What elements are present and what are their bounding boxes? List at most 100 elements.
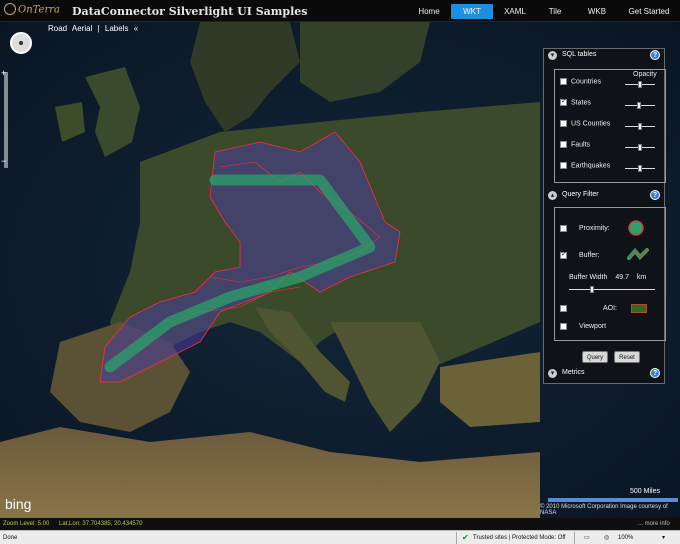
app-title: DataConnector Silverlight UI Samples (72, 5, 308, 18)
table-row-earthquakes: Earthquakes (560, 162, 610, 169)
aoi-label: AOI: (603, 305, 618, 313)
zoom-out-button[interactable]: − (1, 156, 11, 166)
reset-button[interactable]: Reset (614, 351, 640, 363)
lat-lon: Lat,Lon: 37.704385, 20.434570 (59, 521, 143, 527)
buffer-checkbox[interactable] (560, 250, 567, 259)
buffer-width-row: Buffer Width 49.7 km (569, 274, 646, 281)
states-label: States (571, 99, 591, 107)
help-icon[interactable]: ? (650, 368, 660, 378)
sql-tables-header[interactable]: ▾ SQL tables ? (544, 49, 664, 63)
faults-opacity-slider[interactable] (625, 144, 655, 151)
map-pan-control[interactable] (10, 32, 32, 54)
metrics-title: Metrics (562, 369, 585, 376)
buffer-width-slider[interactable] (569, 286, 655, 293)
countries-opacity-slider[interactable] (625, 81, 655, 88)
buffer-unit: km (636, 274, 647, 281)
nav-get-started[interactable]: Get Started (620, 4, 678, 19)
states-opacity-slider[interactable] (625, 102, 655, 109)
nav-wkt[interactable]: WKT (451, 4, 493, 19)
earthquakes-label: Earthquakes (571, 162, 611, 170)
bing-logo: bing (5, 496, 32, 512)
earthquakes-opacity-slider[interactable] (625, 165, 655, 172)
aerial-mode[interactable]: Aerial (72, 24, 92, 33)
labels-mode[interactable]: Labels (105, 24, 129, 33)
query-filter-box: Proximity: Buffer: Buffer Width 49.7 km … (554, 207, 666, 341)
query-filter-title: Query Filter (562, 191, 599, 198)
table-row-states: States (560, 97, 591, 107)
buffer-width-label: Buffer Width (569, 274, 608, 281)
control-panel: ▾ SQL tables ? Opacity Countries States … (543, 48, 666, 384)
sql-tables-title: SQL tables (562, 51, 597, 58)
zoom-level: Zoom Level: 5.00 (3, 521, 50, 527)
map-view[interactable]: + − Road Aerial | Labels « bing 500 Mile… (0, 22, 680, 518)
collapse-icon[interactable]: ▾ (548, 51, 557, 60)
query-filter-header[interactable]: ▴ Query Filter ? (544, 189, 664, 203)
slider-thumb[interactable] (638, 123, 642, 130)
slider-thumb[interactable] (637, 102, 641, 109)
table-row-faults: Faults (560, 141, 590, 148)
metrics-header[interactable]: ▾ Metrics ? (544, 367, 664, 381)
countries-label: Countries (571, 78, 601, 86)
viewport-row: Viewport (560, 323, 606, 330)
zoom-in-button[interactable]: + (1, 68, 11, 78)
help-icon[interactable]: ? (650, 190, 660, 200)
proximity-checkbox[interactable] (560, 225, 567, 232)
proximity-row: Proximity: (560, 225, 610, 232)
map-mode-bar: Road Aerial | Labels « (48, 24, 141, 33)
query-button[interactable]: Query (582, 351, 608, 363)
check-icon: ✔ (462, 533, 469, 542)
buffer-label: Buffer: (579, 252, 600, 260)
aoi-row: AOI: (560, 305, 617, 312)
map-copyright: © 2010 Microsoft Corporation Image court… (540, 504, 668, 516)
sql-tables-box: Opacity Countries States US Counties Fau… (554, 69, 666, 183)
nav-home[interactable]: Home (410, 4, 448, 19)
buffer-row: Buffer: (560, 250, 600, 260)
nav-xaml[interactable]: XAML (496, 4, 534, 19)
onterra-logo: OnTerra (4, 3, 60, 16)
opacity-label: Opacity (633, 71, 657, 78)
zoom-slider[interactable] (4, 72, 8, 168)
faults-checkbox[interactable] (560, 141, 567, 148)
viewport-checkbox[interactable] (560, 323, 567, 330)
table-row-countries: Countries (560, 78, 601, 85)
us-counties-checkbox[interactable] (560, 120, 567, 127)
nav-wkb[interactable]: WKB (577, 4, 617, 19)
map-info-bar: Zoom Level: 5.00 Lat,Lon: 37.704385, 20.… (0, 518, 680, 530)
slider-thumb[interactable] (638, 165, 642, 172)
help-icon[interactable]: ? (650, 50, 660, 60)
app-header: OnTerra DataConnector Silverlight UI Sam… (0, 0, 680, 22)
slider-thumb[interactable] (638, 144, 642, 151)
expand-icon[interactable]: ▾ (548, 369, 557, 378)
browser-status-bar: Done ✔ Trusted sites | Protected Mode: O… (0, 530, 680, 544)
states-checkbox[interactable] (560, 97, 567, 106)
status-text: Done (3, 535, 18, 541)
buffer-width-value: 49.7 (615, 274, 629, 281)
nav-tile[interactable]: Tile (537, 4, 573, 19)
us-counties-opacity-slider[interactable] (625, 123, 655, 130)
road-mode[interactable]: Road (48, 24, 67, 33)
scale-label: 500 Miles (630, 488, 660, 495)
earthquakes-checkbox[interactable] (560, 162, 567, 169)
slider-thumb[interactable] (638, 81, 642, 88)
collapse-icon[interactable]: ▴ (548, 191, 557, 200)
chevron-down-icon[interactable]: ▾ (662, 531, 665, 544)
page-zoom[interactable]: 100% (618, 531, 633, 544)
slider-thumb[interactable] (590, 286, 594, 293)
proximity-symbol-icon (628, 220, 644, 236)
viewport-label: Viewport (579, 323, 607, 331)
aoi-checkbox[interactable] (560, 305, 567, 312)
faults-label: Faults (571, 141, 591, 149)
logo-mark-icon (4, 3, 16, 15)
mode-separator: | (97, 24, 100, 33)
us-counties-label: US Counties (571, 120, 611, 128)
countries-checkbox[interactable] (560, 78, 567, 85)
globe-icon: ◎ (604, 535, 610, 541)
table-row-us-counties: US Counties (560, 120, 610, 127)
security-zone[interactable]: Trusted sites | Protected Mode: Off (473, 531, 566, 544)
divider (574, 532, 575, 544)
more-info-link[interactable]: ... more info (638, 518, 670, 530)
divider (456, 532, 457, 544)
popup-icon[interactable]: ▭ (584, 531, 590, 544)
collapse-icon[interactable]: « (134, 24, 138, 33)
buffer-symbol-icon (627, 247, 649, 260)
